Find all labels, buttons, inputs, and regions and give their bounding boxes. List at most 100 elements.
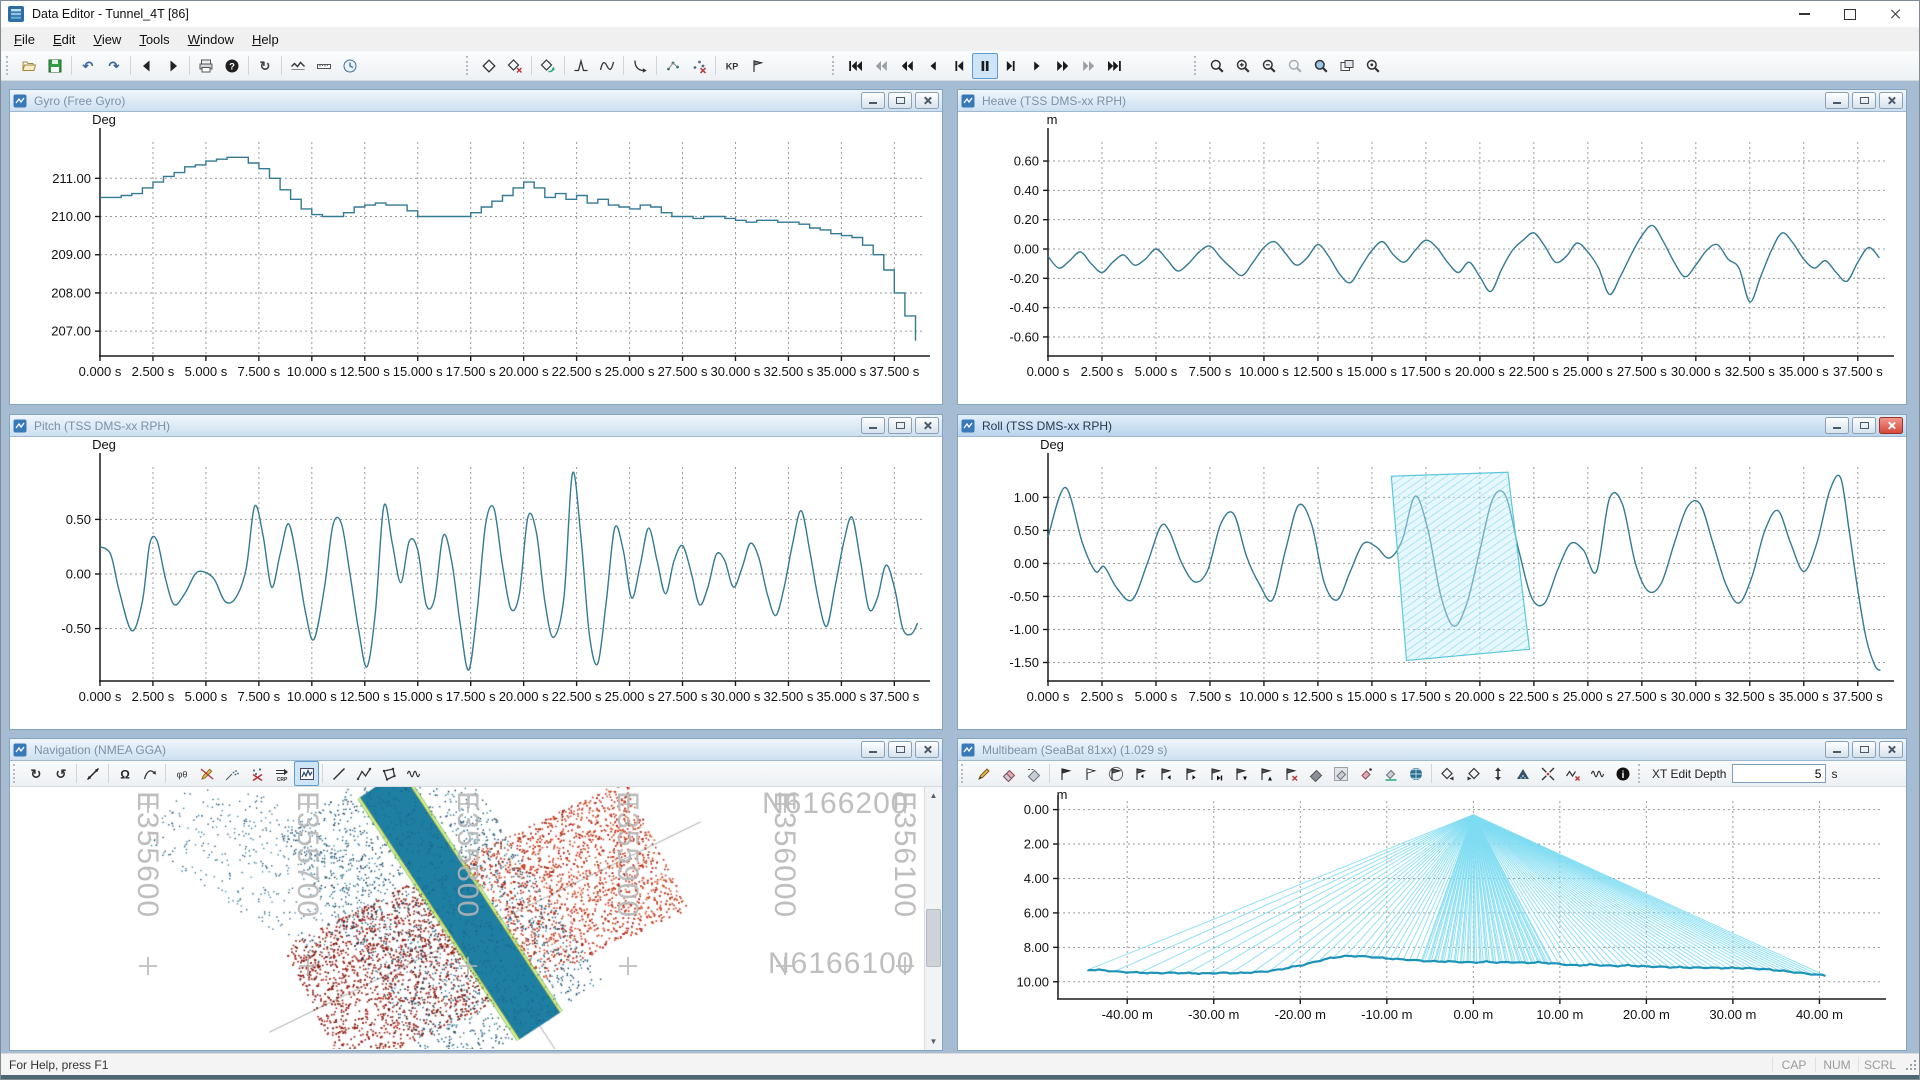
interpolate-icon[interactable]: [594, 53, 620, 79]
diamond-delete-icon[interactable]: [502, 53, 528, 79]
range-gate-icon[interactable]: [1485, 761, 1510, 786]
toolbar-grip[interactable]: [466, 56, 471, 75]
print-icon[interactable]: [193, 53, 219, 79]
flag-del-icon[interactable]: [1278, 761, 1303, 786]
spray-points-icon[interactable]: [219, 761, 244, 786]
zoom-out-icon[interactable]: [1256, 53, 1282, 79]
snap-arrows-icon[interactable]: [1535, 761, 1560, 786]
fast-forward-icon[interactable]: [1050, 53, 1076, 79]
roll-chart[interactable]: 1.000.500.00-0.50-1.00-1.500.000 s2.500 …: [958, 437, 1906, 729]
wiggle-tool-icon[interactable]: [401, 761, 426, 786]
navigation-scrollbar[interactable]: ▲ ▼: [924, 787, 942, 1050]
line-tool-icon[interactable]: [326, 761, 351, 786]
pan-window-icon[interactable]: [1334, 53, 1360, 79]
panel-minimize-button[interactable]: [861, 741, 885, 758]
fast-rewind-icon[interactable]: [894, 53, 920, 79]
swath-fwd-icon[interactable]: [1460, 761, 1485, 786]
measure-line-icon[interactable]: [80, 761, 105, 786]
reject-points-icon[interactable]: [244, 761, 269, 786]
panel-roll-titlebar[interactable]: Roll (TSS DMS-xx RPH): [958, 415, 1906, 437]
menu-help[interactable]: Help: [243, 29, 288, 50]
panel-restore-button[interactable]: [1852, 741, 1876, 758]
spike-x-icon[interactable]: [1560, 761, 1585, 786]
erase-poly-icon[interactable]: [1021, 761, 1046, 786]
mark-back-icon[interactable]: [946, 53, 972, 79]
menu-tools[interactable]: Tools: [130, 29, 178, 50]
erase-area-icon[interactable]: [1328, 761, 1353, 786]
erase-dark-icon[interactable]: [1303, 761, 1328, 786]
merge-points-icon[interactable]: [660, 53, 686, 79]
panel-close-button[interactable]: [915, 417, 939, 434]
menu-file[interactable]: File: [5, 29, 44, 50]
toolbar-grip[interactable]: [6, 56, 11, 75]
flag-up-icon[interactable]: [1228, 761, 1253, 786]
info-icon[interactable]: i: [1610, 761, 1635, 786]
zoom-select-icon[interactable]: [1204, 53, 1230, 79]
skip-start-icon[interactable]: [842, 53, 868, 79]
flag-solid-icon[interactable]: [1053, 761, 1078, 786]
erase-line-icon[interactable]: [996, 761, 1021, 786]
panel-heave-titlebar[interactable]: Heave (TSS DMS-xx RPH): [958, 90, 1906, 112]
edit-strike-icon[interactable]: [194, 761, 219, 786]
rotate-ccw-icon[interactable]: ↺: [48, 761, 73, 786]
panel-close-button[interactable]: [1879, 741, 1903, 758]
pause-icon[interactable]: [972, 53, 998, 79]
toolbar-grip[interactable]: [832, 56, 837, 75]
toolbar-grip[interactable]: [13, 764, 18, 783]
panel-minimize-button[interactable]: [1825, 741, 1849, 758]
delete-points-icon[interactable]: [686, 53, 712, 79]
diamond-restore-icon[interactable]: [535, 53, 561, 79]
flag-outline-icon[interactable]: [1078, 761, 1103, 786]
panel-minimize-button[interactable]: [861, 417, 885, 434]
panel-close-button[interactable]: [1879, 417, 1903, 434]
signal-filter-icon[interactable]: [285, 53, 311, 79]
pencil-icon[interactable]: [971, 761, 996, 786]
flag-circle-icon[interactable]: [1103, 761, 1128, 786]
diamond-insert-icon[interactable]: [476, 53, 502, 79]
toolbar-grip[interactable]: [1638, 764, 1643, 783]
toolbar-grip[interactable]: [961, 764, 966, 783]
panel-pitch-titlebar[interactable]: Pitch (TSS DMS-xx RPH): [10, 415, 942, 437]
scroll-up-button[interactable]: ▲: [925, 787, 942, 804]
panel-minimize-button[interactable]: [1825, 417, 1849, 434]
window-maximize-button[interactable]: [1827, 1, 1873, 27]
hook-select-icon[interactable]: [627, 53, 653, 79]
panel-minimize-button[interactable]: [1825, 92, 1849, 109]
zoom-realtime-icon[interactable]: [1360, 53, 1386, 79]
kp-label-icon[interactable]: KP: [719, 53, 745, 79]
mark-forward-icon[interactable]: [998, 53, 1024, 79]
rotate-cw-icon[interactable]: ↻: [23, 761, 48, 786]
panel-close-button[interactable]: [915, 92, 939, 109]
scroll-down-button[interactable]: ▼: [925, 1033, 942, 1050]
panel-navigation-titlebar[interactable]: Navigation (NMEA GGA): [10, 739, 942, 761]
crp-track-icon[interactable]: CRP: [269, 761, 294, 786]
menu-view[interactable]: View: [84, 29, 130, 50]
erase-point-icon[interactable]: [1353, 761, 1378, 786]
pitch-chart[interactable]: 0.500.00-0.500.000 s2.500 s5.000 s7.500 …: [10, 437, 942, 729]
flag-next-icon[interactable]: [1178, 761, 1203, 786]
step-back-icon[interactable]: [920, 53, 946, 79]
window-close-button[interactable]: [1873, 1, 1919, 27]
omega-tool-icon[interactable]: Ω: [112, 761, 137, 786]
polygon-tool-icon[interactable]: [376, 761, 401, 786]
zoom-extents-icon[interactable]: [1308, 53, 1334, 79]
open-icon[interactable]: [16, 53, 42, 79]
zoom-in-icon[interactable]: [1230, 53, 1256, 79]
swath-back-icon[interactable]: [1435, 761, 1460, 786]
panel-close-button[interactable]: [1879, 92, 1903, 109]
tvg-triangle-icon[interactable]: [1510, 761, 1535, 786]
refresh-icon[interactable]: ↻: [252, 53, 278, 79]
menu-edit[interactable]: Edit: [44, 29, 84, 50]
fast-rewind-icon[interactable]: [868, 53, 894, 79]
save-icon[interactable]: [42, 53, 68, 79]
wiggle-tool-icon[interactable]: [1585, 761, 1610, 786]
scrollbar-thumb[interactable]: [926, 909, 941, 967]
nav-back-icon[interactable]: [134, 53, 160, 79]
menu-window[interactable]: Window: [179, 29, 243, 50]
play-icon[interactable]: [1024, 53, 1050, 79]
xt-edit-depth-input[interactable]: [1732, 764, 1826, 783]
nav-forward-icon[interactable]: [160, 53, 186, 79]
polyline-tool-icon[interactable]: [351, 761, 376, 786]
panel-restore-button[interactable]: [888, 741, 912, 758]
curve-arrow-icon[interactable]: [137, 761, 162, 786]
